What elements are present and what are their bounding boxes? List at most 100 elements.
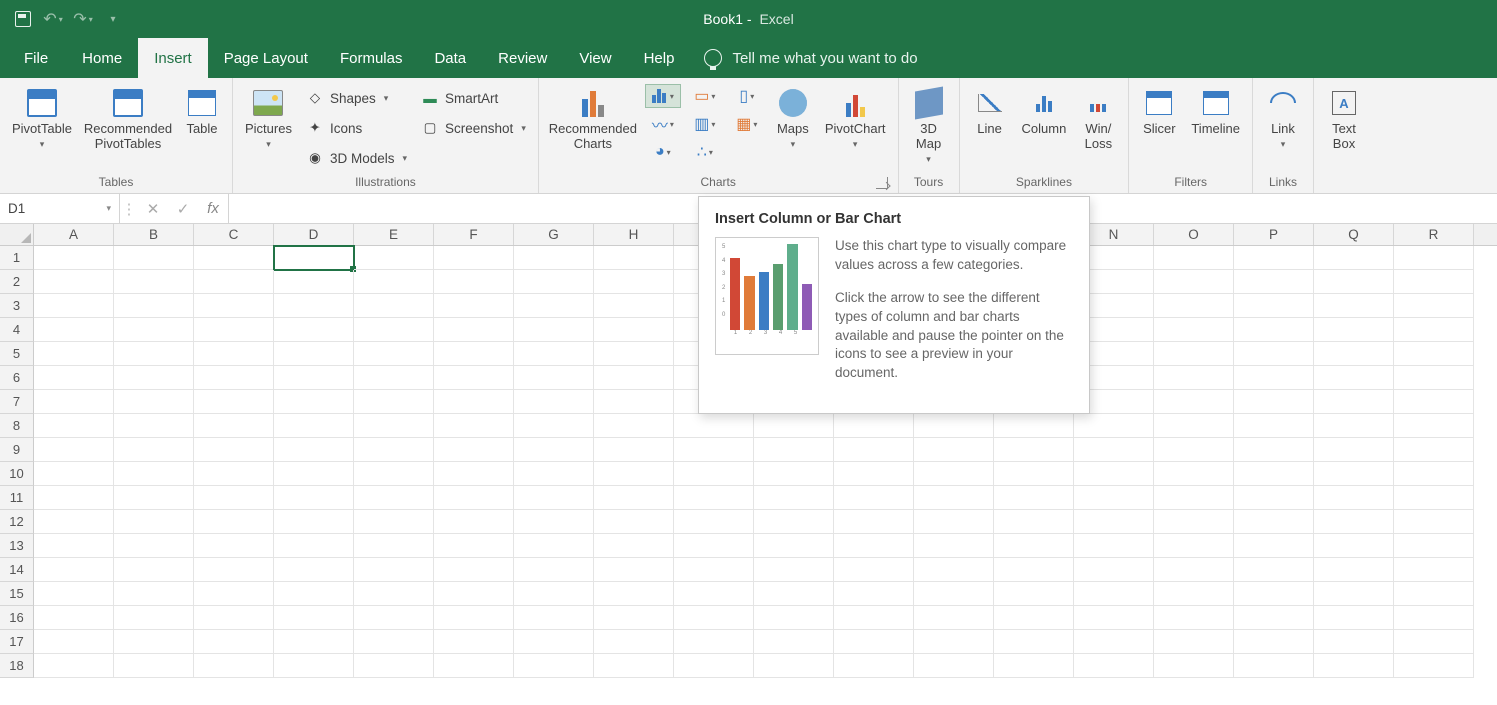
cell[interactable] — [34, 462, 114, 486]
cell[interactable] — [594, 390, 674, 414]
cell[interactable] — [1314, 414, 1394, 438]
cell[interactable] — [514, 318, 594, 342]
cell[interactable] — [34, 486, 114, 510]
cell[interactable] — [274, 270, 354, 294]
cell[interactable] — [354, 294, 434, 318]
cell[interactable] — [1234, 654, 1314, 678]
cell[interactable] — [194, 438, 274, 462]
cell[interactable] — [274, 438, 354, 462]
name-box[interactable]: D1▾ — [0, 194, 120, 223]
cell[interactable] — [194, 270, 274, 294]
row-header[interactable]: 14 — [0, 558, 34, 582]
cell[interactable] — [354, 438, 434, 462]
hierarchy-chart-button[interactable]: ▭▾ — [687, 84, 723, 108]
cell[interactable] — [914, 534, 994, 558]
cell[interactable] — [1154, 534, 1234, 558]
cell[interactable] — [594, 270, 674, 294]
cell[interactable] — [434, 606, 514, 630]
cell[interactable] — [994, 414, 1074, 438]
cell[interactable] — [34, 246, 114, 270]
cell[interactable] — [194, 294, 274, 318]
combo-chart-button[interactable]: ▦▾ — [729, 112, 765, 136]
column-header[interactable]: R — [1394, 224, 1474, 245]
scatter-chart-button[interactable]: ∴▾ — [687, 140, 723, 164]
cell[interactable] — [1154, 654, 1234, 678]
cell[interactable] — [354, 582, 434, 606]
row-header[interactable]: 5 — [0, 342, 34, 366]
cell[interactable] — [1394, 390, 1474, 414]
3d-models-button[interactable]: ◉3D Models▾ — [302, 144, 411, 172]
cell[interactable] — [114, 390, 194, 414]
insert-function-button[interactable]: fx — [198, 200, 228, 217]
cell[interactable] — [994, 582, 1074, 606]
cell[interactable] — [354, 654, 434, 678]
cell[interactable] — [194, 630, 274, 654]
row-header[interactable]: 12 — [0, 510, 34, 534]
cell[interactable] — [1314, 462, 1394, 486]
cell[interactable] — [1314, 294, 1394, 318]
cell[interactable] — [34, 414, 114, 438]
column-header[interactable]: H — [594, 224, 674, 245]
cell[interactable] — [1074, 630, 1154, 654]
pivottable-button[interactable]: PivotTable▾ — [8, 84, 76, 152]
cell[interactable] — [1234, 390, 1314, 414]
pivotchart-button[interactable]: PivotChart▾ — [821, 84, 890, 152]
cell[interactable] — [354, 462, 434, 486]
cell[interactable] — [354, 630, 434, 654]
cell[interactable] — [1314, 606, 1394, 630]
cell[interactable] — [1314, 270, 1394, 294]
cell[interactable] — [274, 366, 354, 390]
screenshot-button[interactable]: ▢Screenshot▾ — [417, 114, 530, 142]
cell[interactable] — [1394, 534, 1474, 558]
row-header[interactable]: 8 — [0, 414, 34, 438]
cell[interactable] — [834, 630, 914, 654]
cell[interactable] — [754, 486, 834, 510]
tab-view[interactable]: View — [563, 38, 627, 78]
cell[interactable] — [34, 654, 114, 678]
cell[interactable] — [194, 246, 274, 270]
cell[interactable] — [114, 510, 194, 534]
cell[interactable] — [594, 582, 674, 606]
cell[interactable] — [1154, 510, 1234, 534]
cell[interactable] — [34, 438, 114, 462]
column-header[interactable]: G — [514, 224, 594, 245]
row-header[interactable]: 6 — [0, 366, 34, 390]
cell[interactable] — [674, 486, 754, 510]
cell[interactable] — [1234, 414, 1314, 438]
cell[interactable] — [514, 486, 594, 510]
cell[interactable] — [914, 558, 994, 582]
cell[interactable] — [1154, 318, 1234, 342]
cell[interactable] — [34, 510, 114, 534]
cell[interactable] — [994, 558, 1074, 582]
cell[interactable] — [994, 630, 1074, 654]
cell[interactable] — [34, 318, 114, 342]
undo-button[interactable]: ↶▾ — [40, 6, 66, 32]
cell[interactable] — [1074, 438, 1154, 462]
cell[interactable] — [1074, 654, 1154, 678]
cell[interactable] — [1154, 294, 1234, 318]
recommended-charts-button[interactable]: Recommended Charts — [547, 84, 639, 154]
column-header[interactable]: B — [114, 224, 194, 245]
column-header[interactable]: O — [1154, 224, 1234, 245]
column-header[interactable]: P — [1234, 224, 1314, 245]
cell[interactable] — [354, 342, 434, 366]
cell[interactable] — [514, 558, 594, 582]
cell[interactable] — [1394, 558, 1474, 582]
column-header[interactable]: E — [354, 224, 434, 245]
cell[interactable] — [914, 630, 994, 654]
cell[interactable] — [674, 582, 754, 606]
cell[interactable] — [994, 654, 1074, 678]
cell[interactable] — [594, 486, 674, 510]
cell[interactable] — [514, 534, 594, 558]
cell[interactable] — [194, 582, 274, 606]
cell[interactable] — [1234, 510, 1314, 534]
cell[interactable] — [994, 606, 1074, 630]
cell[interactable] — [914, 414, 994, 438]
cell[interactable] — [114, 534, 194, 558]
cell[interactable] — [1394, 486, 1474, 510]
cell[interactable] — [114, 582, 194, 606]
cell[interactable] — [1154, 558, 1234, 582]
cell[interactable] — [194, 366, 274, 390]
cell[interactable] — [434, 438, 514, 462]
cell[interactable] — [1154, 462, 1234, 486]
